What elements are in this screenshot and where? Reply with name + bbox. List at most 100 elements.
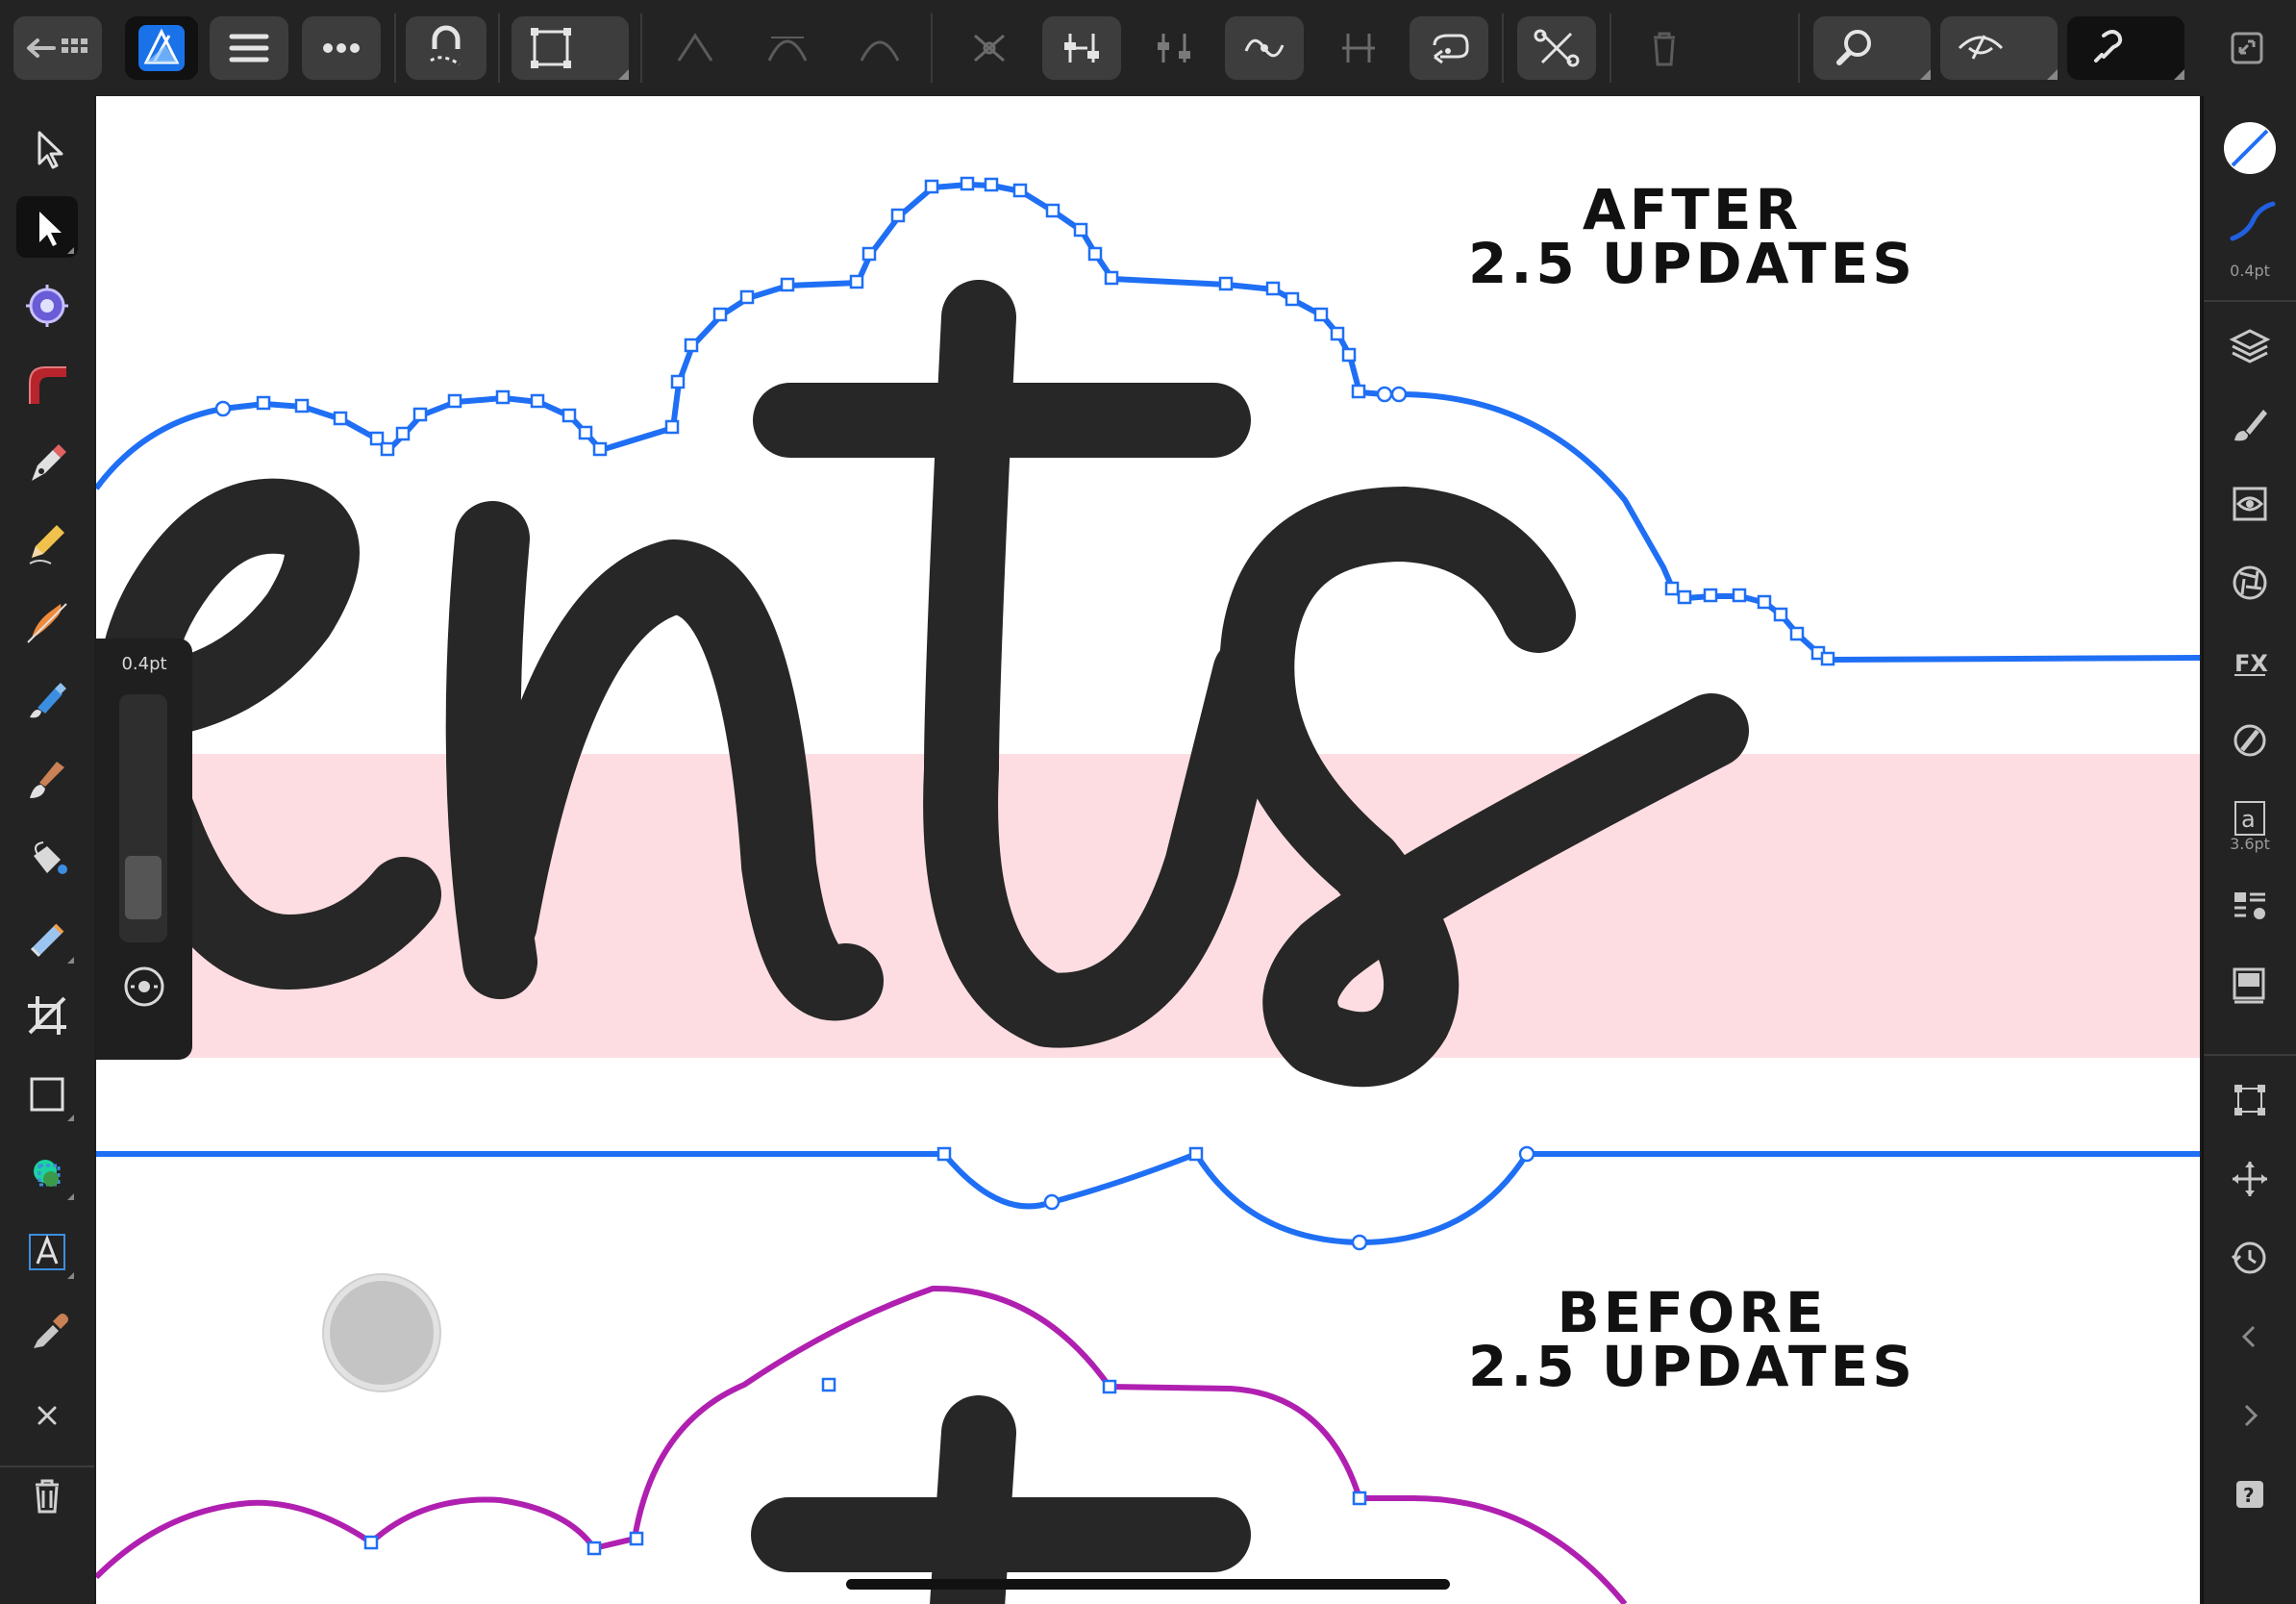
node-tool[interactable] <box>16 196 78 258</box>
appearance-icon <box>2233 487 2267 521</box>
svg-text:?: ? <box>2243 1484 2255 1507</box>
reverse-curve-icon <box>1433 34 1469 64</box>
paragraph-icon <box>2234 892 2265 919</box>
distribute-nodes-icon <box>1158 34 1190 63</box>
touch-indicator <box>324 1275 439 1391</box>
rectangle-tool[interactable] <box>16 1064 78 1125</box>
stroke-color-swatch[interactable] <box>2219 117 2281 175</box>
smooth-wave-icon <box>1244 38 1285 58</box>
stroke-width-thumb[interactable] <box>125 856 162 920</box>
back-to-gallery-button[interactable] <box>13 16 102 80</box>
document-menu-button[interactable] <box>210 16 288 80</box>
trash-icon <box>1654 32 1675 66</box>
paragraph-panel-button[interactable] <box>2219 875 2281 933</box>
corner-tool[interactable] <box>16 275 78 337</box>
delete-selection-button[interactable] <box>16 1464 78 1525</box>
color-wheel-icon <box>2234 724 2266 757</box>
pen-nib-icon <box>32 444 66 481</box>
home-indicator <box>846 1579 1450 1590</box>
layers-icon <box>2229 329 2271 363</box>
vector-brush-icon <box>27 603 67 643</box>
chevron-left-icon <box>2241 1325 2256 1348</box>
caption-after-line1: AFTER <box>1582 177 1803 242</box>
close-context-button[interactable] <box>16 1385 78 1446</box>
break-curve-button[interactable] <box>956 16 1023 80</box>
close-icon <box>37 1406 57 1425</box>
pressure-toggle-button[interactable] <box>121 964 167 1010</box>
stroke-width-slider-panel: 0.4pt <box>96 639 192 1060</box>
assets-icon <box>2233 967 2265 1004</box>
assets-panel-button[interactable] <box>2219 954 2281 1012</box>
vector-brush-tool[interactable] <box>16 590 78 652</box>
caption-after: AFTER 2.5 UPDATES <box>1404 177 1981 296</box>
reverse-curve-button[interactable] <box>1410 16 1488 80</box>
point-transform-tool[interactable] <box>16 354 78 415</box>
zoom-button[interactable] <box>1813 16 1931 80</box>
history-panel-button[interactable] <box>2219 1227 2281 1285</box>
fullscreen-button[interactable] <box>2213 16 2281 80</box>
artistic-text-tool[interactable] <box>16 1221 78 1283</box>
affinity-designer-logo-icon <box>138 25 185 71</box>
sharp-node-button[interactable] <box>661 16 729 80</box>
text-size-label: 3.6pt <box>2230 835 2270 853</box>
view-mode-button[interactable] <box>1940 16 2058 80</box>
designer-persona-button[interactable] <box>125 16 198 80</box>
eyedropper-tool[interactable] <box>16 1300 78 1362</box>
align-nodes-icon <box>1064 34 1099 63</box>
expand-panel-button[interactable] <box>2219 1385 2281 1442</box>
shape-builder-tool[interactable] <box>16 1142 78 1204</box>
svg-text:FX: FX <box>2234 650 2268 677</box>
stroke-brush-icon <box>2230 201 2276 241</box>
move-arrow-icon <box>37 131 63 169</box>
color-panel-button[interactable] <box>2219 710 2281 767</box>
no-fill-swatch-icon <box>2224 122 2276 174</box>
smooth-node-button[interactable] <box>754 16 821 80</box>
pencil-tool[interactable] <box>16 512 78 573</box>
smooth-node-icon <box>767 37 808 62</box>
navigator-panel-button[interactable] <box>2219 1148 2281 1206</box>
convert-to-smooth-button[interactable] <box>1225 16 1304 80</box>
join-curves-button[interactable] <box>1325 16 1392 80</box>
pen-tool[interactable] <box>16 433 78 494</box>
transparency-tool[interactable] <box>16 748 78 810</box>
view-eye-icon <box>1958 35 2004 60</box>
zoom-magnifier-icon <box>1836 30 1871 65</box>
caption-before-line1: BEFORE <box>1557 1280 1828 1345</box>
caption-after-line2: 2.5 UPDATES <box>1467 231 1917 296</box>
layers-panel-button[interactable] <box>2219 315 2281 373</box>
align-nodes-button[interactable] <box>1042 16 1121 80</box>
effects-panel-button[interactable] <box>2219 552 2281 610</box>
brushes-panel-button[interactable] <box>2219 394 2281 452</box>
fill-tool[interactable] <box>16 669 78 731</box>
transform-panel-button[interactable] <box>2219 1069 2281 1127</box>
close-curve-button[interactable] <box>1517 16 1596 80</box>
stroke-style-button[interactable] <box>2219 192 2281 250</box>
crop-tool[interactable] <box>16 985 78 1046</box>
flood-fill-tool[interactable] <box>16 827 78 889</box>
studio-panel: 0.4pt FX a 3.6pt ? <box>2202 96 2296 1604</box>
move-tool[interactable] <box>16 117 78 179</box>
paint-brush-icon <box>30 762 64 798</box>
delete-node-button[interactable] <box>1631 16 1698 80</box>
stroke-width-track[interactable] <box>119 694 167 942</box>
caption-before-line2: 2.5 UPDATES <box>1467 1334 1917 1399</box>
appearance-panel-button[interactable] <box>2219 473 2281 531</box>
pencil-icon <box>29 525 64 564</box>
vector-crop-tool[interactable] <box>16 906 78 967</box>
toolbar-divider <box>1502 13 1504 83</box>
fx-panel-button[interactable]: FX <box>2219 631 2281 689</box>
help-button[interactable]: ? <box>2219 1464 2281 1521</box>
distribute-nodes-button[interactable] <box>1140 16 1208 80</box>
toolbar-divider <box>931 13 933 83</box>
assistant-button[interactable] <box>2067 16 2184 80</box>
bounding-box-icon <box>531 28 571 68</box>
collapse-panel-button[interactable] <box>2219 1306 2281 1364</box>
smart-node-button[interactable] <box>846 16 913 80</box>
ellipsis-icon <box>323 43 360 53</box>
transform-icon <box>2234 1085 2265 1115</box>
more-menu-button[interactable] <box>302 16 381 80</box>
move-arrows-icon <box>2233 1162 2267 1196</box>
join-curves-icon <box>1342 34 1375 63</box>
transform-mode-button[interactable] <box>512 16 629 80</box>
snapping-button[interactable] <box>406 16 487 80</box>
